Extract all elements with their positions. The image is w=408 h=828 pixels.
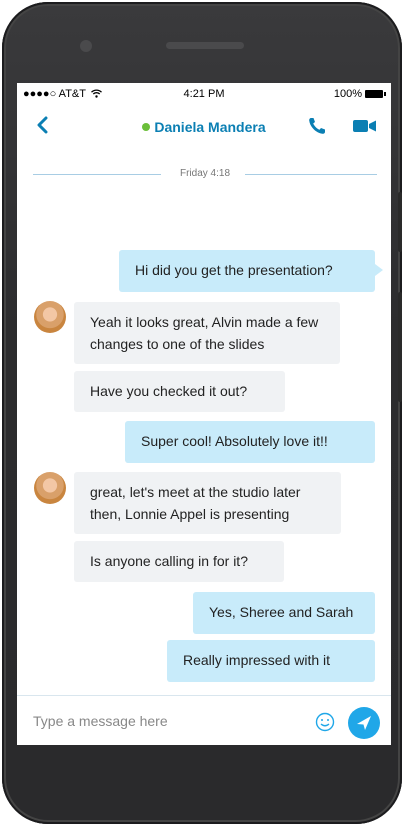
message-bubble-outgoing[interactable]: Yes, Sheree and Sarah (193, 592, 375, 634)
earpiece-speaker (166, 42, 244, 49)
message-text: Super cool! Absolutely love it!! (141, 433, 328, 449)
message-bubble-incoming[interactable]: Is anyone calling in for it? (74, 541, 284, 582)
video-call-icon[interactable] (353, 119, 377, 133)
message-bubble-outgoing[interactable]: Hi did you get the presentation? (119, 250, 383, 292)
phone-call-icon[interactable] (307, 116, 327, 136)
volume-button (398, 192, 402, 252)
presence-dot (142, 123, 151, 131)
message-text: Really impressed with it (183, 652, 331, 668)
divider-line-right (245, 174, 377, 175)
message-bubble-incoming[interactable]: Have you checked it out? (74, 371, 285, 412)
send-button[interactable] (348, 707, 380, 739)
battery-icon (365, 90, 386, 99)
message-bubble-outgoing[interactable]: Really impressed with it (167, 640, 375, 682)
chat-header: Daniela Mandera (17, 105, 391, 147)
message-text: great, let's meet at the studio later th… (90, 484, 301, 522)
message-bubble-incoming[interactable]: Yeah it looks great, Alvin made a few ch… (74, 302, 340, 364)
message-text: Hi did you get the presentation? (135, 262, 333, 278)
status-bar: ●●●●○ AT&T 4:21 PM 100% (17, 83, 391, 105)
message-input[interactable]: Type a message here (33, 713, 168, 729)
contact-name: Daniela Mandera (154, 119, 266, 135)
front-camera (80, 40, 92, 52)
bubble-tail (375, 264, 383, 276)
message-text: Yes, Sheree and Sarah (209, 604, 354, 620)
message-text: Is anyone calling in for it? (90, 553, 248, 569)
contact-name-title[interactable]: Daniela Mandera (17, 119, 391, 135)
date-divider: Friday 4:18 (33, 167, 377, 181)
message-text: Have you checked it out? (90, 383, 248, 399)
battery-percent: 100% (333, 88, 362, 100)
message-bubble-outgoing[interactable]: Super cool! Absolutely love it!! (125, 421, 375, 463)
message-bubble-incoming[interactable]: great, let's meet at the studio later th… (74, 472, 341, 534)
power-button (398, 292, 402, 402)
battery-indicator: 100% (333, 88, 386, 100)
phone-screen: ●●●●○ AT&T 4:21 PM 100% Daniela Mandera (17, 83, 391, 745)
emoji-icon[interactable] (315, 712, 335, 732)
send-arrow-icon (357, 716, 371, 730)
message-text: Yeah it looks great, Alvin made a few ch… (90, 314, 319, 352)
contact-avatar[interactable] (34, 301, 66, 333)
contact-avatar[interactable] (34, 472, 66, 504)
message-composer: Type a message here (17, 695, 391, 745)
